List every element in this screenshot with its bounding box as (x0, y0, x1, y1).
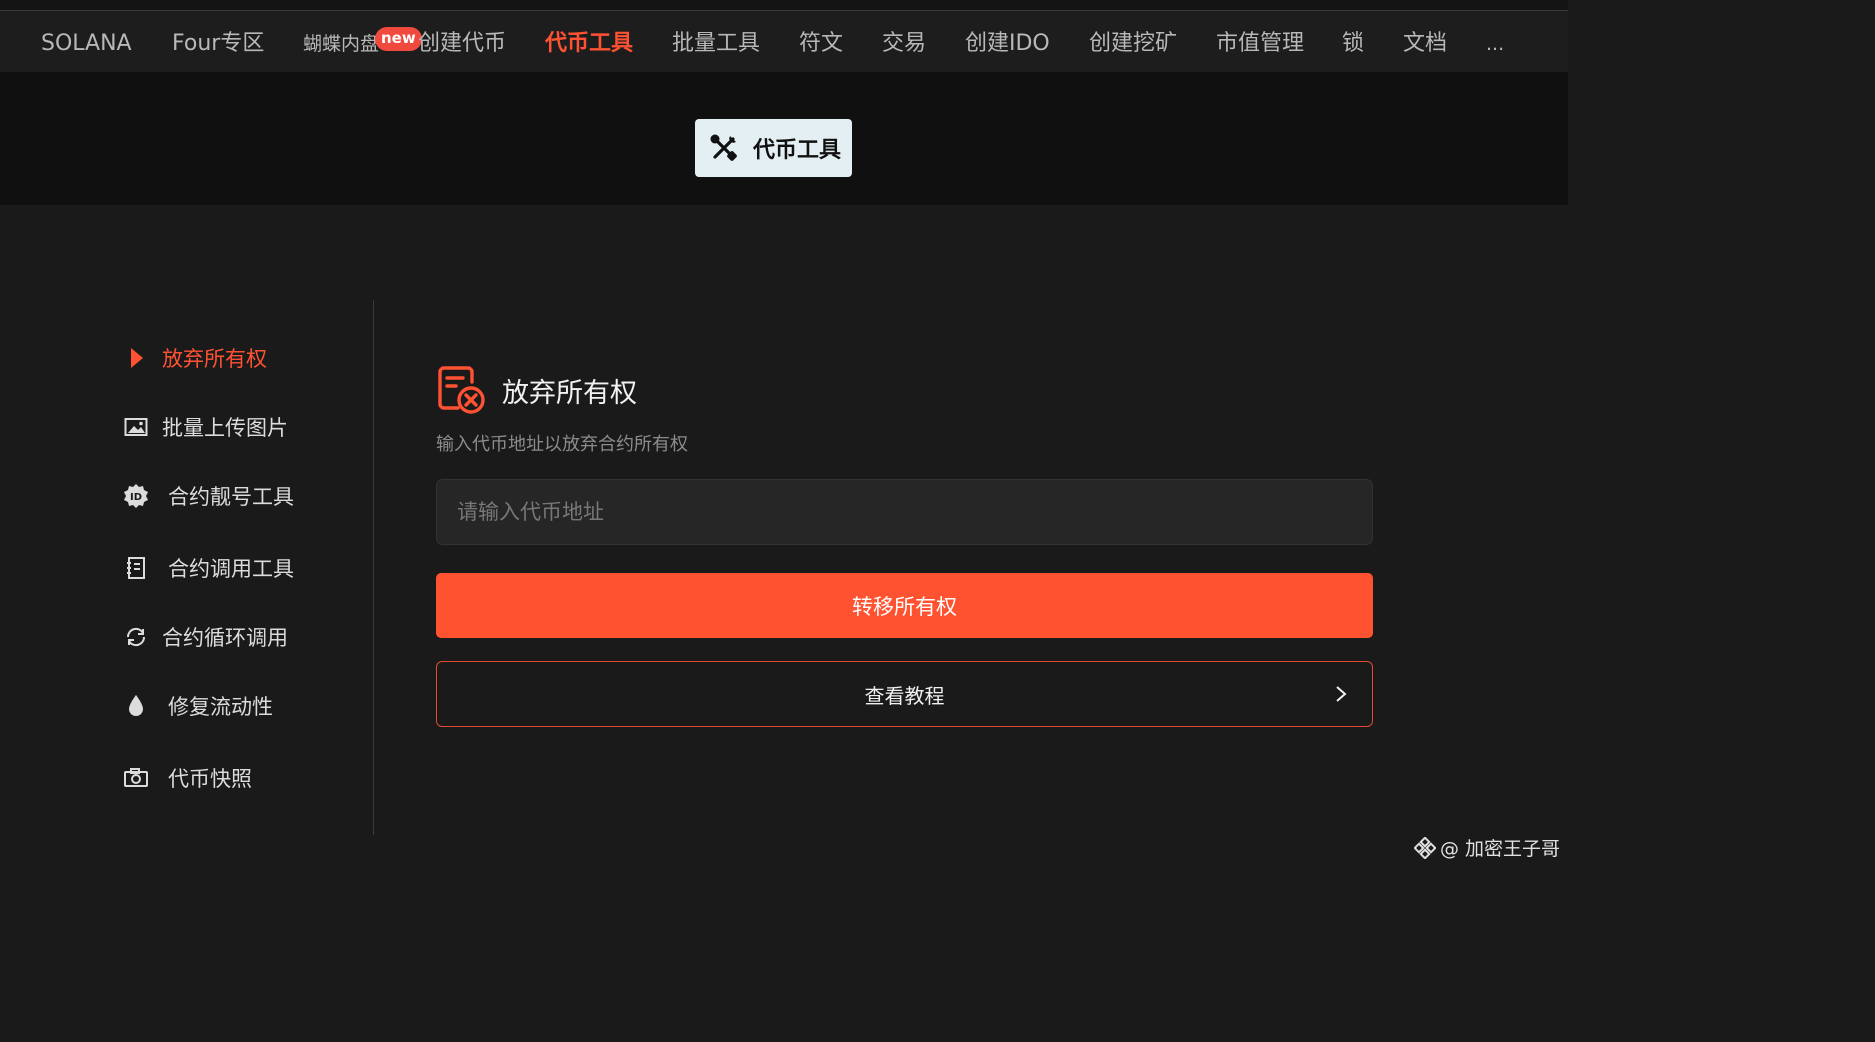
nav-item-market-cap[interactable]: 市值管理 (1216, 11, 1304, 71)
sidebar-item-fix-liquidity[interactable]: 修复流动性 (122, 688, 273, 724)
camera-icon (122, 764, 150, 792)
nav-item-create-token[interactable]: 创建代币 (418, 11, 506, 71)
svg-text:ID: ID (130, 492, 142, 503)
transfer-ownership-button[interactable]: 转移所有权 (436, 573, 1373, 638)
nav-item-create-ido[interactable]: 创建IDO (965, 11, 1050, 71)
sidebar-item-label: 批量上传图片 (162, 416, 288, 440)
document-cancel-icon (438, 366, 485, 414)
nav-item-docs[interactable]: 文档 (1403, 11, 1447, 71)
panel-description: 输入代币地址以放弃合约所有权 (436, 434, 688, 455)
nav-item-lock[interactable]: 锁 (1342, 11, 1364, 71)
tools-sidebar: 放弃所有权 批量上传图片 ID 合约靓号工具 合约调用工具 合约循环调用 修复流… (110, 300, 374, 835)
tools-icon (710, 134, 737, 161)
view-tutorial-label: 查看教程 (864, 683, 945, 708)
nav-item-butterfly-presale[interactable]: 蝴蝶内盘 (303, 11, 379, 71)
sidebar-item-label: 合约靓号工具 (168, 485, 294, 509)
image-icon (122, 413, 150, 441)
main-nav: SOLANA Four专区 蝴蝶内盘 new 创建代币 代币工具 批量工具 符文… (0, 11, 1568, 71)
sidebar-item-vanity-address[interactable]: ID 合约靓号工具 (122, 478, 294, 514)
sidebar-item-token-snapshot[interactable]: 代币快照 (122, 760, 252, 796)
page-title: 代币工具 (753, 138, 842, 163)
nav-item-solana[interactable]: SOLANA (41, 11, 132, 71)
sidebar-item-label: 放弃所有权 (162, 347, 267, 371)
chevron-right-icon (1336, 686, 1347, 702)
sidebar-item-contract-call[interactable]: 合约调用工具 (122, 550, 294, 586)
page-header: 代币工具 (0, 72, 1568, 205)
play-triangle-icon (122, 344, 150, 372)
binance-logo-icon (1413, 836, 1436, 859)
nav-item-more[interactable]: ... (1486, 11, 1504, 71)
sidebar-item-label: 合约循环调用 (162, 626, 288, 650)
nav-item-trade[interactable]: 交易 (882, 11, 926, 71)
refresh-icon (122, 623, 150, 651)
top-navigation-bar: SOLANA Four专区 蝴蝶内盘 new 创建代币 代币工具 批量工具 符文… (0, 10, 1568, 80)
nav-item-four-zone[interactable]: Four专区 (172, 11, 264, 71)
token-address-input[interactable] (436, 479, 1373, 545)
id-badge-icon: ID (122, 482, 150, 510)
sidebar-item-renounce-ownership[interactable]: 放弃所有权 (122, 340, 267, 376)
nav-item-batch-tools[interactable]: 批量工具 (672, 11, 760, 71)
view-tutorial-button[interactable]: 查看教程 (436, 661, 1373, 727)
sidebar-item-batch-upload-images[interactable]: 批量上传图片 (122, 409, 288, 445)
nav-item-create-mining[interactable]: 创建挖矿 (1089, 11, 1177, 71)
panel-header: 放弃所有权 (436, 360, 637, 420)
sidebar-item-label: 修复流动性 (168, 695, 273, 719)
watermark-text: @ 加密王子哥 (1439, 838, 1560, 860)
contract-book-icon (122, 554, 150, 582)
drop-icon (122, 692, 150, 720)
sidebar-item-label: 代币快照 (168, 767, 252, 791)
panel-title: 放弃所有权 (502, 377, 637, 409)
nav-item-runes[interactable]: 符文 (799, 11, 843, 71)
sidebar-item-contract-loop-call[interactable]: 合约循环调用 (122, 619, 288, 655)
page-title-chip: 代币工具 (695, 119, 852, 177)
window-top-strip (0, 0, 1568, 10)
nav-item-token-tools[interactable]: 代币工具 (545, 11, 633, 71)
watermark: @ 加密王子哥 (1413, 834, 1560, 861)
new-badge: new (375, 27, 422, 51)
sidebar-item-label: 合约调用工具 (168, 557, 294, 581)
